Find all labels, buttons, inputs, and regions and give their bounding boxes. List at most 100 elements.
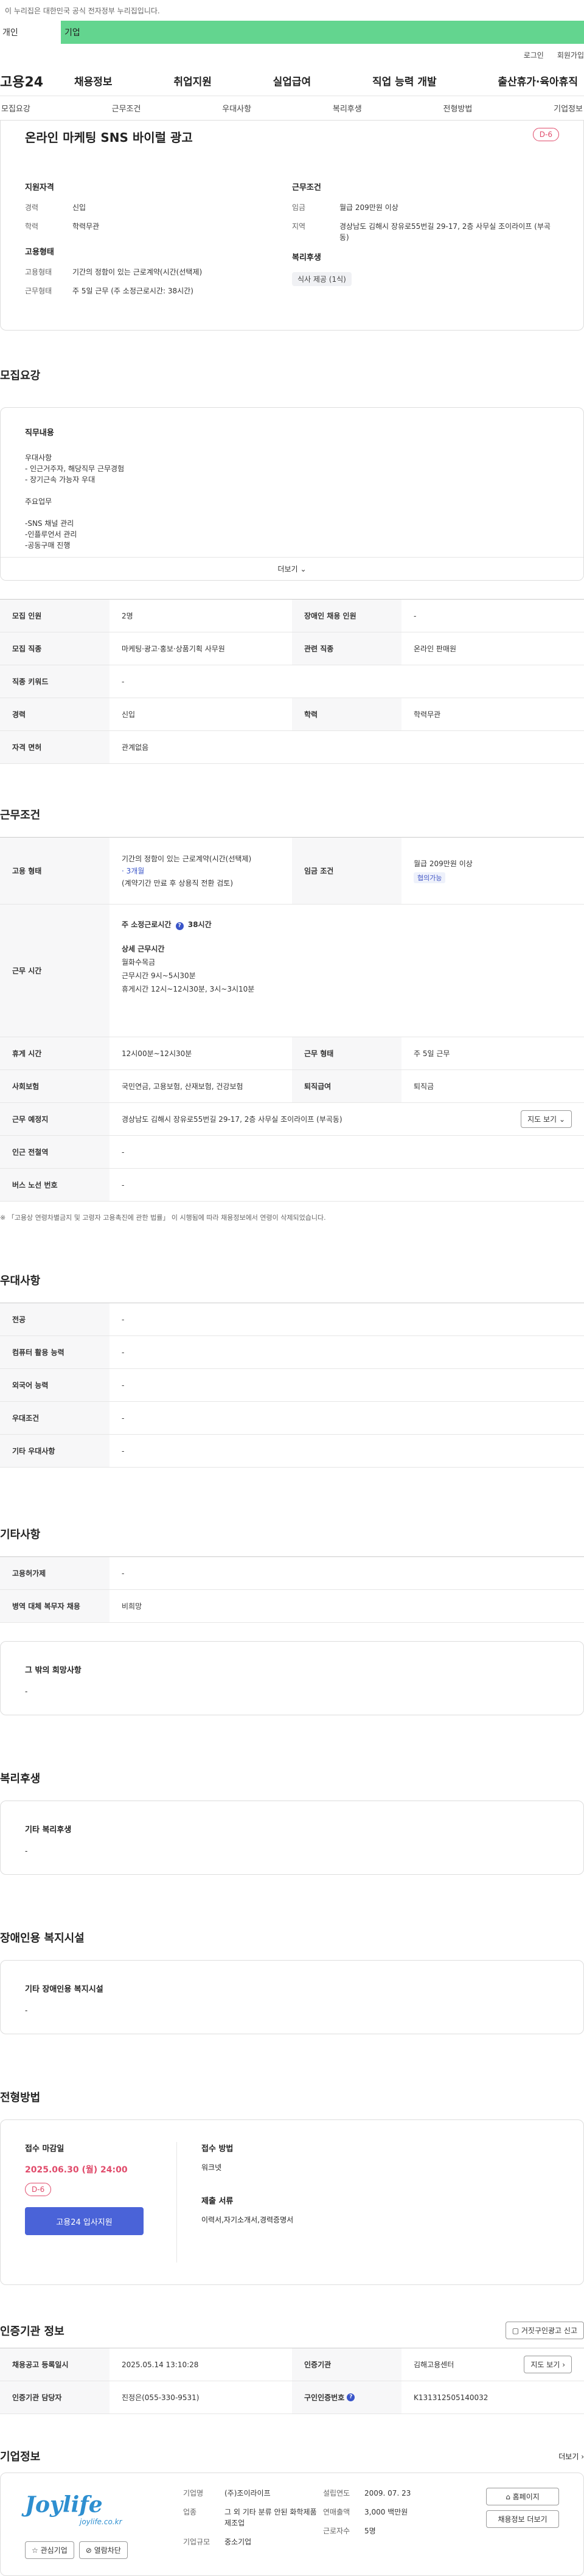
deadline-date: 2025.06.30 (월) 24:00 [25,2165,128,2175]
recruit-title: 모집요강 [0,369,41,382]
report-button[interactable]: ▢ 거짓구인광고 신고 [505,2322,584,2339]
job-summary-card: 온라인 마케팅 SNS 바이럴 광고 D-6 지원자격 경력 신입 학력 학력무관 … [0,121,584,331]
recruit-section: 모집요강 직무내용 우대사항 - 인근거주자, 해당직무 근무경험 - 장기근속… [0,331,584,764]
homepage-button[interactable]: ⌂ 홈페이지 [486,2488,559,2505]
table-row: 컴퓨터 활용 능력 - [0,1336,584,1369]
mode-company-tab[interactable]: 기업 [61,21,584,44]
cond-heading: 근무조건 [292,183,321,192]
cert-title: 인증기관 정보 [0,2325,64,2338]
disabled-title: 장애인용 복지시설 [0,1932,85,1945]
job-desc-heading: 직무내용 [25,429,54,438]
login-link[interactable]: 로그인 [524,50,544,60]
chevron-down-icon: ⌄ [558,1115,565,1124]
subnav-welfare[interactable]: 복리후생 [333,102,362,114]
table-row: 휴게 시간 12시00분~12시30분 근무 형태 주 5일 근무 [0,1037,584,1070]
gnb-menu: 채용정보 취업지원 실업급여 직업 능력 개발 출산휴가·육아휴직 [74,73,584,88]
table-row: 사회보험 국민연금, 고용보험, 산재보험, 건강보험 퇴직급여 퇴직금 [0,1070,584,1103]
mode-personal-tab[interactable]: 개인 [0,21,61,44]
process-box: 접수 마감일 2025.06.30 (월) 24:00 D-6 고용24 입사지… [0,2119,584,2285]
qual-career: 경력 신입 [25,203,86,212]
welfare-heading: 복리후생 [292,253,321,262]
utility-links: 로그인 회원가입 [0,44,584,66]
job-desc-card: 직무내용 우대사항 - 인근거주자, 해당직무 근무경험 - 장기근속 가능자 … [0,407,584,581]
table-row: 인증기관 담당자 진정은(055-330-9531) 구인인증번호? K1313… [0,2381,584,2414]
welfare-title: 복리후생 [0,1773,41,1785]
info-icon[interactable]: ? [347,2393,355,2401]
welfare-section: 복리후생 기타 복리후생 - [0,1715,584,1875]
emp-form: 근무형태 주 5일 근무 (주 소정근로시간: 38시간) [25,287,193,295]
process-dday-badge: D-6 [25,2183,52,2196]
company-actions: ⌂ 홈페이지 채용정보 더보기 [445,2488,559,2561]
company-box: Joylife joylife.co.kr ☆ 관심기업 ⊘ 열람차단 기업명(… [0,2473,584,2576]
recruit-table: 모집 인원 2명 장애인 채용 인원 - 모집 직종 마케팅·광고·홍보·상품기… [0,599,584,764]
home-icon: ⌂ [506,2493,510,2501]
dday-badge: D-6 [532,128,559,141]
table-row: 병역 대체 복무자 채용 비희망 [0,1590,584,1623]
etc-wish-box: 그 밖의 희망사항 - [0,1641,584,1715]
gnb-item-training[interactable]: 직업 능력 개발 [372,73,437,88]
company-more-link[interactable]: 더보기 › [558,2451,584,2462]
company-title: 기업정보 [0,2451,41,2463]
gnb-item-support[interactable]: 취업지원 [173,73,212,88]
summary-right: 근무조건 임금 월급 209만원 이상 지역 경상남도 김해시 장유로55번길 29… [292,181,559,304]
etc-section: 기타사항 고용허가제 - 병역 대체 복무자 채용 비희망 그 밖의 희망사항 - [0,1468,584,1715]
emp-type: 고용형태 기간의 정함이 있는 근로계약(시간(선택제) [25,268,203,276]
chevron-down-icon: ⌄ [300,564,307,573]
welfare-block: 복리후생 식사 제공 (1식) [292,251,559,286]
map-view-button[interactable]: 지도 보기 ⌄ [521,1110,572,1128]
table-row: 근무 예정지 경상남도 김해시 장유로55번길 29-17, 2층 사무실 조이… [0,1103,584,1136]
table-row: 우대조건 - [0,1402,584,1435]
favorite-company-button[interactable]: ☆ 관심기업 [25,2541,74,2559]
welfare-box: 기타 복리후생 - [0,1801,584,1875]
emp-heading: 고용형태 [25,248,54,257]
table-row: 전공 - [0,1303,584,1336]
cert-map-button[interactable]: 지도 보기 › [524,2356,572,2373]
gov-notice-text: 이 누리집은 대한민국 공식 전자정부 누리집입니다. [5,6,160,15]
section-subnav: 모집요강 근무조건 우대사항 복리후생 전형방법 기업정보 [0,96,584,121]
welfare-chip: 식사 제공 (1식) [292,272,352,286]
table-row: 고용허가제 - [0,1557,584,1590]
table-row: 경력 신입 학력 학력무관 [0,698,584,731]
table-row: 모집 인원 2명 장애인 채용 인원 - [0,600,584,632]
subnav-process[interactable]: 전형방법 [443,102,473,114]
apply-button[interactable]: 고용24 입사지원 [25,2207,144,2235]
qual-heading: 지원자격 [25,183,54,192]
subnav-recruit[interactable]: 모집요강 [1,102,30,114]
chevron-right-icon: › [562,2361,565,2369]
cert-section: 인증기관 정보 ▢ 거짓구인광고 신고 채용공고 등록일시 2025.05.14… [0,2285,584,2414]
join-link[interactable]: 회원가입 [557,50,584,60]
company-jobs-button[interactable]: 채용정보 더보기 [486,2510,559,2528]
subnav-work[interactable]: 근무조건 [112,102,141,114]
info-icon[interactable]: ? [175,922,184,930]
company-logo-area: Joylife joylife.co.kr ☆ 관심기업 ⊘ 열람차단 [25,2488,183,2561]
process-right: 접수 방법 워크넷 제출 서류 이력서,자기소개서,경력증명서 [201,2144,294,2224]
work-title: 근무조건 [0,809,41,822]
star-icon: ☆ [32,2546,38,2555]
block-icon: ⊘ [85,2546,92,2555]
etc-table: 고용허가제 - 병역 대체 복무자 채용 비희망 [0,1556,584,1623]
qual-education: 학력 학력무관 [25,222,100,231]
disabled-box: 기타 장애인용 복지시설 - [0,1960,584,2034]
block-company-button[interactable]: ⊘ 열람차단 [78,2541,128,2559]
mode-bar: 개인 기업 [0,21,584,44]
process-left: 접수 마감일 2025.06.30 (월) 24:00 D-6 고용24 입사지… [25,2142,177,2263]
cert-table: 채용공고 등록일시 2025.05.14 13:10:28 인증기관 김해고용센… [0,2348,584,2414]
document-icon: ▢ [512,2326,520,2335]
subnav-pref[interactable]: 우대사항 [222,102,251,114]
more-button[interactable]: 더보기 ⌄ [1,557,583,580]
etc-title: 기타사항 [0,1528,41,1541]
company-section: 기업정보 더보기 › Joylife joylife.co.kr ☆ 관심기업 … [0,2414,584,2576]
disabled-section: 장애인용 복지시설 기타 장애인용 복지시설 - [0,1875,584,2034]
brand-logo[interactable]: 고용24 [0,71,74,91]
gnb-item-jobs[interactable]: 채용정보 [74,73,113,88]
gnb-item-unemployment[interactable]: 실업급여 [273,73,311,88]
subnav-company[interactable]: 기업정보 [554,102,583,114]
job-desc-body: 우대사항 - 인근거주자, 해당직무 근무경험 - 장기근속 가능자 우대 주요… [25,453,125,550]
table-row: 자격 면허 관계없음 [0,731,584,764]
table-row: 모집 직종 마케팅·광고·홍보·상품기획 사무원 관련 직종 온라인 판매원 [0,632,584,665]
job-title: 온라인 마케팅 SNS 바이럴 광고 [25,130,193,145]
table-row: 채용공고 등록일시 2025.05.14 13:10:28 인증기관 김해고용센… [0,2348,584,2381]
table-row: 근무 시간 주 소정근로시간 ? 38시간 상세 근무시간 월화수목금 근무시간… [0,905,584,1037]
gnb-item-leave[interactable]: 출산휴가·육아휴직 [498,73,578,88]
table-row: 인근 전철역 - [0,1136,584,1169]
